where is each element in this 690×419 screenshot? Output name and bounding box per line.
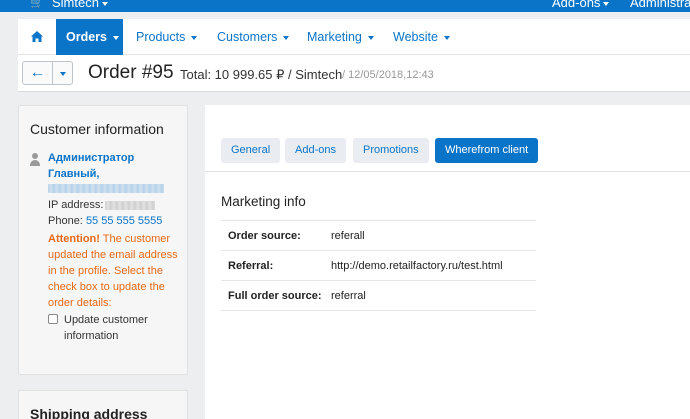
top-bar: 🛒 Simtech Add-ons Administration (0, 0, 690, 12)
shipping-address-card: Shipping address (18, 390, 188, 419)
marketing-info-title: Marketing info (221, 194, 306, 209)
nav-orders[interactable]: Orders (56, 19, 123, 55)
order-source-key: Order source: (221, 220, 331, 251)
nav-marketing-label: Marketing (307, 30, 362, 44)
update-customer-label[interactable]: Update customer information (64, 312, 179, 344)
table-row: Full order source: referral (221, 280, 536, 311)
tab-general[interactable]: General (221, 138, 281, 163)
cart-icon[interactable]: 🛒 (30, 0, 44, 9)
home-icon (31, 31, 43, 43)
chevron-down-icon (603, 1, 610, 6)
attention-label: Attention! (48, 233, 100, 245)
store-switcher[interactable]: Simtech (52, 0, 108, 10)
update-customer-checkbox[interactable] (48, 314, 58, 324)
chevron-down-icon (443, 35, 450, 40)
nav-website-label: Website (393, 30, 438, 44)
nav-marketing[interactable]: Marketing (307, 19, 374, 55)
chevron-down-icon (101, 1, 108, 6)
nav-products[interactable]: Products (136, 19, 198, 55)
administration-menu[interactable]: Administration (630, 0, 690, 10)
customer-name-link[interactable]: Администратор Главный, (48, 150, 178, 182)
home-button[interactable] (18, 19, 56, 55)
order-source-value: referall (331, 220, 536, 251)
tab-wherefrom-client[interactable]: Wherefrom client (435, 138, 539, 163)
nav-customers-label: Customers (217, 30, 278, 44)
phone: Phone: 55 55 555 5555 (48, 215, 162, 227)
order-total: Total: 10 999.65 ₽ / Simtech (180, 67, 343, 82)
email-redacted[interactable] (48, 184, 164, 193)
page-title: Order #95 (88, 62, 174, 83)
customer-info-heading: Customer information (30, 121, 164, 137)
user-icon (29, 153, 41, 167)
table-row: Order source: referall (221, 220, 536, 251)
addons-menu[interactable]: Add-ons (552, 0, 610, 10)
arrow-left-icon: ← (29, 64, 46, 81)
phone-link[interactable]: 55 55 555 5555 (86, 215, 162, 227)
nav-orders-label: Orders (66, 30, 107, 44)
chevron-down-icon (367, 35, 374, 40)
chevron-down-icon (191, 35, 198, 40)
full-order-source-key: Full order source: (221, 280, 331, 311)
tab-promotions[interactable]: Promotions (353, 138, 429, 163)
shipping-address-heading: Shipping address (30, 406, 148, 419)
main-nav: Orders Products Customers Marketing Webs… (18, 19, 690, 55)
chevron-down-icon (113, 35, 119, 40)
nav-products-label: Products (136, 30, 186, 44)
marketing-info-table: Order source: referall Referral: http://… (221, 220, 536, 311)
table-row: Referral: http://demo.retailfactory.ru/t… (221, 250, 536, 281)
nav-website[interactable]: Website (393, 19, 450, 55)
order-details-panel: General Add-ons Promotions Wherefrom cli… (205, 105, 690, 419)
addons-label: Add-ons (552, 0, 601, 10)
back-button[interactable]: ← (22, 61, 53, 85)
chevron-down-icon (59, 71, 66, 76)
customer-info-card: Customer information Администратор Главн… (18, 105, 188, 375)
tabs-divider (205, 171, 690, 172)
ip-redacted (105, 200, 156, 210)
ip-address: IP address: (48, 199, 156, 211)
nav-customers[interactable]: Customers (217, 19, 290, 55)
more-button[interactable] (52, 61, 73, 85)
chevron-down-icon (283, 35, 290, 40)
attention-notice: Attention! The customer updated the emai… (48, 231, 180, 311)
order-date: / 12/05/2018,12:43 (342, 69, 434, 81)
ip-label: IP address: (48, 199, 104, 211)
tab-addons[interactable]: Add-ons (285, 138, 346, 163)
store-label: Simtech (52, 0, 99, 10)
referral-value: http://demo.retailfactory.ru/test.html (331, 250, 536, 281)
full-order-source-value: referral (331, 280, 536, 311)
referral-key: Referral: (221, 250, 331, 281)
phone-label: Phone: (48, 215, 83, 227)
page-header: ← Order #95 Total: 10 999.65 ₽ / Simtech… (18, 55, 690, 92)
